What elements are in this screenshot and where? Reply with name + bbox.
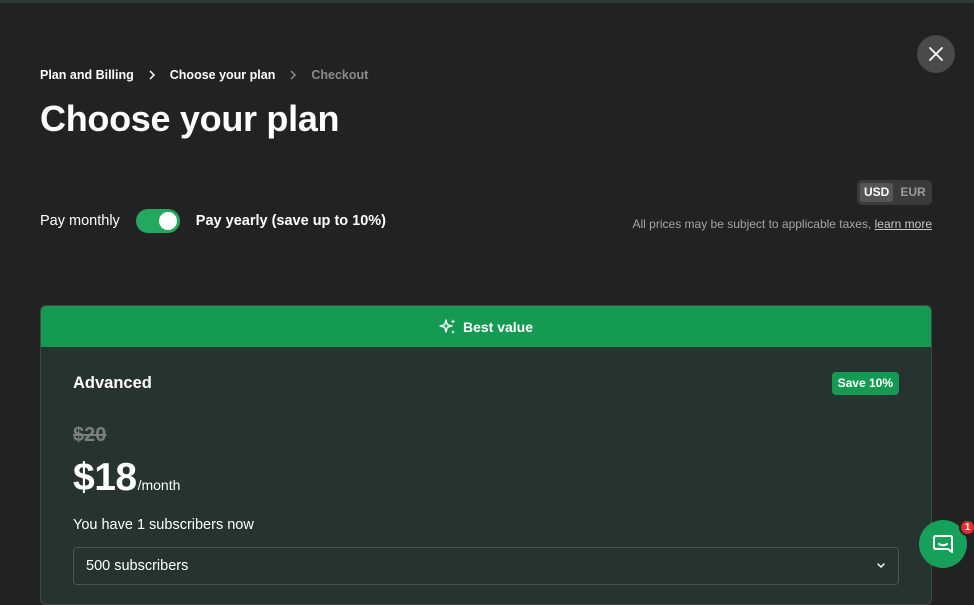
chevron-right-icon: [148, 70, 156, 80]
close-button[interactable]: [917, 35, 955, 73]
breadcrumb-choose-your-plan[interactable]: Choose your plan: [170, 68, 276, 82]
subscribers-select[interactable]: 500 subscribers: [73, 547, 899, 585]
top-border: [0, 0, 974, 3]
plan-card-advanced: Best value Advanced Save 10% $20 $18 /mo…: [40, 305, 932, 605]
pay-monthly-label[interactable]: Pay monthly: [40, 213, 120, 229]
close-icon: [929, 47, 943, 61]
learn-more-link[interactable]: learn more: [875, 217, 932, 231]
plan-name: Advanced: [73, 374, 152, 392]
save-badge: Save 10%: [831, 372, 899, 395]
currency-usd[interactable]: USD: [860, 183, 894, 202]
tax-note-text: All prices may be subject to applicable …: [632, 217, 875, 231]
sparkles-icon: [439, 318, 456, 334]
pay-yearly-label[interactable]: Pay yearly (save up to 10%): [196, 213, 386, 229]
best-value-label: Best value: [462, 318, 534, 335]
billing-period-toggle[interactable]: [135, 209, 180, 233]
chevron-down-icon: [877, 563, 885, 569]
chat-icon: [933, 535, 953, 553]
price-row: $18 /month: [73, 456, 180, 500]
page-title: Choose your plan: [40, 98, 340, 139]
plan-price: $18: [73, 456, 137, 499]
subscribers-select-value: 500 subscribers: [86, 558, 189, 574]
breadcrumb-plan-and-billing[interactable]: Plan and Billing: [40, 68, 134, 82]
breadcrumb-checkout: Checkout: [311, 68, 369, 82]
tax-note: All prices may be subject to applicable …: [633, 217, 932, 231]
breadcrumb: Plan and Billing Choose your plan Checko…: [40, 67, 368, 83]
price-period: /month: [137, 477, 181, 493]
toggle-knob: [158, 212, 177, 230]
currency-switch: USD EUR: [857, 180, 932, 205]
currency-eur[interactable]: EUR: [896, 183, 929, 202]
chevron-right-icon: [289, 70, 297, 80]
chat-notification-badge: 1: [959, 519, 974, 536]
old-price: $20: [73, 424, 107, 446]
subscribers-note: You have 1 subscribers now: [73, 517, 254, 533]
billing-period-toggle-row: Pay monthly Pay yearly (save up to 10%): [40, 209, 386, 233]
best-value-banner: Best value: [41, 306, 931, 347]
